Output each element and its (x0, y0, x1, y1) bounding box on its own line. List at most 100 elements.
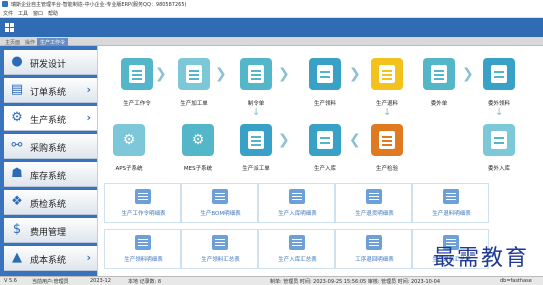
report-label: 生产退料明细表 (432, 211, 471, 217)
report-icon (212, 189, 228, 204)
flow-node-material-issue[interactable] (309, 58, 341, 90)
flow-label: 委外入库 (487, 166, 510, 172)
report-return-detail[interactable]: 生产退货明细表 (335, 183, 412, 223)
menu-tools[interactable]: 工具 (18, 10, 28, 17)
grid-menu-icon[interactable] (5, 23, 14, 32)
sidebar-item-quality[interactable]: ❖ 质检系统 (4, 190, 97, 215)
report-inbound-detail[interactable]: 生产入库明细表 (258, 183, 335, 223)
flow-label: 生产检验 (375, 166, 398, 172)
status-message: 本地 记录数: 8 (128, 279, 162, 285)
report-label: 生产工作令明细表 (121, 211, 166, 217)
status-period: 2023-12 (90, 278, 111, 284)
flow-label: 生产工作令 (123, 101, 151, 107)
flow-node-production-inbound[interactable] (309, 124, 341, 156)
report-material-return-detail[interactable]: 生产退料明细表 (412, 183, 489, 223)
sidebar-item-expense[interactable]: $ 费用管理 (4, 218, 97, 243)
report-material-issue-detail[interactable]: 生产领料明细表 (104, 229, 181, 269)
toolbar (0, 18, 543, 37)
app-icon (2, 1, 8, 7)
title-bar: 瑞斯企业自主管理平台-智能制造-中小企业-专业版ERP(服务QQ：9805872… (0, 0, 543, 9)
gears-icon: ⚙ (122, 132, 136, 148)
sidebar-item-purchase[interactable]: ⚯ 采购系统 (4, 134, 97, 159)
tab-production-order[interactable]: 生产工作令 (37, 38, 69, 46)
report-icon (443, 189, 459, 204)
arrow-left-icon: ❯ (349, 132, 361, 148)
sidebar-item-production[interactable]: ⚙ 生产系统 › (4, 106, 97, 131)
report-label: 生产退货明细表 (355, 211, 394, 217)
tab-home[interactable]: 主页面 (2, 38, 23, 46)
search-document-icon (379, 131, 395, 149)
window-title: 瑞斯企业自主管理平台-智能制造-中小企业-专业版ERP(服务QQ：9805872… (11, 2, 187, 8)
flow-label: 生产派工单 (242, 166, 270, 172)
sidebar-item-label: 成本系统 (30, 256, 67, 266)
menu-bar: 文件 工具 窗口 帮助 (0, 9, 543, 18)
arrow-right-icon: ❯ (278, 132, 290, 148)
arrow-down-icon: ↓ (495, 107, 504, 118)
report-label: 生产入库汇总表 (278, 257, 317, 263)
flow-node-dispatch[interactable] (240, 124, 272, 156)
report-icon (135, 235, 151, 250)
flow-label: 生产领料 (313, 101, 336, 107)
report-label: 生产入库明细表 (278, 211, 317, 217)
report-icon (366, 235, 382, 250)
flow-node-work-order[interactable] (240, 58, 272, 90)
share-icon (491, 131, 507, 149)
flow-node-outsource-issue[interactable] (483, 58, 515, 90)
warehouse-icon: ☗ (11, 166, 23, 181)
share-icon (491, 65, 507, 83)
document-icon (248, 65, 264, 83)
document-icon (186, 65, 202, 83)
sidebar-item-rd[interactable]: ● 研发设计 (4, 50, 97, 75)
flow-label: 生产退料 (375, 101, 398, 107)
sidebar-item-label: 库存系统 (30, 172, 67, 182)
tab-strip: 主页面 操作 生产工作令 (0, 37, 543, 46)
flow-label: 委外单 (430, 101, 448, 107)
cart-icon: ⚯ (11, 138, 23, 153)
gear-icon: ⚙ (11, 110, 23, 125)
document-icon (129, 65, 145, 83)
flow-node-material-return[interactable] (371, 58, 403, 90)
arrow-right-icon: ❯ (462, 66, 474, 82)
sidebar-item-cost[interactable]: ▲ 成本系统 › (4, 246, 97, 271)
chart-icon: ▲ (12, 250, 22, 265)
menu-file[interactable]: 文件 (3, 10, 13, 17)
sidebar-item-label: 采购系统 (30, 144, 67, 154)
flow-node-aps[interactable]: ⚙ (113, 124, 145, 156)
sidebar-item-label: 费用管理 (30, 228, 67, 238)
report-process-return-detail[interactable]: 工序退回明细表 (335, 229, 412, 269)
arrow-down-icon: ↓ (252, 107, 261, 118)
flow-node-outsource-order[interactable] (423, 58, 455, 90)
flow-node-production-order[interactable] (121, 58, 153, 90)
sidebar-item-inventory[interactable]: ☗ 库存系统 (4, 162, 97, 187)
menu-help[interactable]: 帮助 (48, 10, 58, 17)
arrow-down-icon: ↓ (383, 107, 392, 118)
flow-node-outsource-inbound[interactable] (483, 124, 515, 156)
flow-node-inspection[interactable] (371, 124, 403, 156)
arrow-right-icon: ❯ (155, 66, 167, 82)
status-audit: 制单: 管理员 时间: 2023-09-25 15:56:05 审核: 管理员 … (270, 279, 441, 285)
report-icon (289, 235, 305, 250)
report-icon (289, 189, 305, 204)
flow-label: 委外领料 (487, 101, 510, 107)
report-production-order-detail[interactable]: 生产工作令明细表 (104, 183, 181, 223)
share-icon (317, 131, 333, 149)
status-version: V 5.6 (4, 278, 17, 284)
sidebar-item-label: 订单系统 (30, 88, 67, 98)
arrow-right-icon: ❯ (215, 66, 227, 82)
report-label: 生产领料明细表 (124, 257, 163, 263)
quality-icon: ❖ (11, 194, 23, 209)
menu-window[interactable]: 窗口 (33, 10, 43, 17)
status-db: db=fasthase (500, 278, 532, 284)
flow-node-processing-order[interactable] (178, 58, 210, 90)
flow-node-mes[interactable]: ⚙ (182, 124, 214, 156)
sidebar-item-label: 研发设计 (30, 60, 67, 70)
chevron-right-icon: › (86, 111, 91, 124)
report-bom-detail[interactable]: 生产BOM明细表 (181, 183, 258, 223)
flow-label: APS子系统 (115, 166, 143, 172)
tab-operation[interactable]: 操作 (22, 38, 38, 46)
flow-label: 生产加工单 (180, 101, 208, 107)
report-inbound-summary[interactable]: 生产入库汇总表 (258, 229, 335, 269)
report-material-issue-summary[interactable]: 生产领料汇总表 (181, 229, 258, 269)
sidebar: ● 研发设计 ▤ 订单系统 › ⚙ 生产系统 › ⚯ 采购系统 ☗ 库存系统 ❖… (0, 46, 97, 276)
sidebar-item-orders[interactable]: ▤ 订单系统 › (4, 78, 97, 103)
